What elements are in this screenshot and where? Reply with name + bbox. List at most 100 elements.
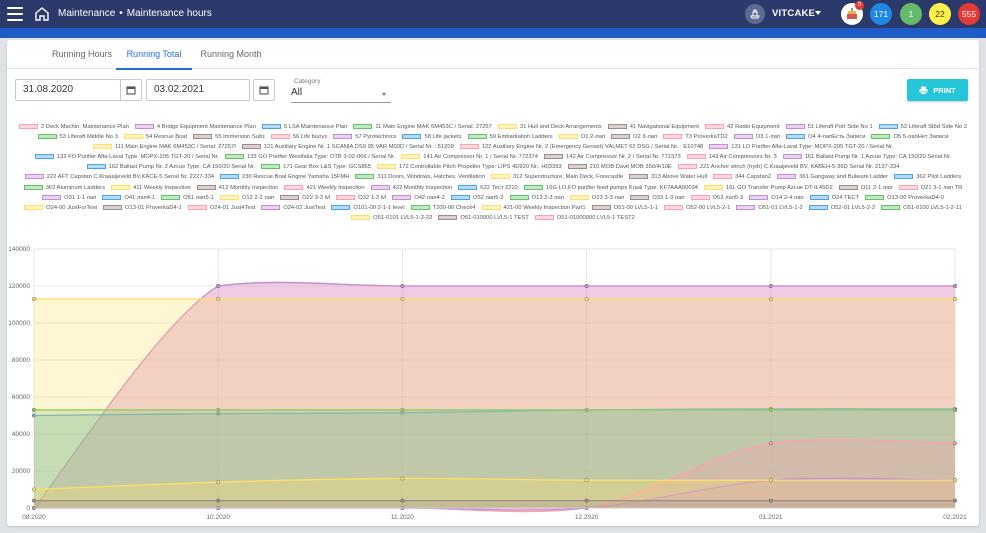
legend-item[interactable]: 210 MOB Davit MOB 350/4/10E: [567, 162, 672, 172]
legend-item[interactable]: 53 Liferaft Middle No 3: [37, 132, 118, 142]
legend-item[interactable]: O24-00 JustForTest: [24, 203, 97, 213]
legend-item[interactable]: O51-010000 LVL5-1 TEST: [438, 213, 529, 223]
legend-item[interactable]: O52-01 LVL5-2-2: [808, 203, 875, 213]
legend-item[interactable]: O52-00 LVL5-2-1: [663, 203, 730, 213]
legend-item[interactable]: 412 Monthly Inspection: [196, 183, 278, 193]
legend-item[interactable]: O23 3-3 лап: [569, 193, 624, 203]
legend-item[interactable]: 421-00 Weekly Inspection Part1: [481, 203, 586, 213]
legend-item[interactable]: 362 Pilot Ladders: [894, 172, 961, 182]
date-from-field[interactable]: 31.08.2020: [15, 79, 123, 101]
legend-item[interactable]: 31 Hull and Deck Arrangements: [497, 122, 602, 132]
legend-item[interactable]: 172 Controllable Pitch Propeller Type: L…: [377, 162, 562, 172]
menu-icon[interactable]: [7, 7, 23, 21]
legend-item[interactable]: T200-00 Check4: [410, 203, 476, 213]
badge-green[interactable]: 1: [900, 3, 922, 25]
legend-item[interactable]: 51 Liferaft Port Side No 1: [785, 122, 873, 132]
legend-item[interactable]: O13-01 ProverkaD4-1: [103, 203, 182, 213]
breadcrumb-section[interactable]: Maintenance: [58, 8, 115, 19]
legend-item[interactable]: 143 Air Compressors Nr. 3: [686, 152, 777, 162]
legend-item[interactable]: 162 Ballast Pump Nr. 2 Azcue Type: CA 15…: [86, 162, 255, 172]
legend-item[interactable]: 11 Main Engine MAK 6M453C / Serial: 2725…: [353, 122, 492, 132]
category-select[interactable]: All: [291, 87, 302, 98]
legend-item[interactable]: 361 Gangway and Bulwark Ladder: [777, 172, 888, 182]
legend-item[interactable]: 363 Aluminum Ladders: [23, 183, 105, 193]
legend-item[interactable]: 422 Monthly Inspection: [370, 183, 452, 193]
legend-item[interactable]: O52 лап5-2: [450, 193, 504, 203]
legend-item[interactable]: O13-00 ProverkaD4-0: [865, 193, 944, 203]
legend-item[interactable]: O14 2-4 лап: [749, 193, 804, 203]
legend-item[interactable]: O32 1-2 lvl: [336, 193, 386, 203]
legend-item[interactable]: 411 Weekly Inspection: [110, 183, 191, 193]
legend-item[interactable]: 16L GO Transfer Pump Azcue DT-IL45D2: [704, 183, 833, 193]
legend-item[interactable]: O4 4-лапЕсть Записи: [786, 132, 865, 142]
legend-item[interactable]: O3 1-лап: [733, 132, 780, 142]
legend-item[interactable]: 4 Bridge Equipment Maintenance Plan: [134, 122, 256, 132]
legend-item[interactable]: O51 лап5-1: [161, 193, 214, 203]
legend-item[interactable]: 54 Rescue Boat: [123, 132, 187, 142]
legend-item[interactable]: O51-0100 LVL5-1-2-11: [881, 203, 962, 213]
legend-item[interactable]: 55 Immersion Suits: [193, 132, 265, 142]
legend-item[interactable]: O31 1-1 лап: [42, 193, 96, 203]
calendar-icon[interactable]: [120, 79, 142, 101]
legend-item[interactable]: 313 Above Water Hull: [629, 172, 707, 182]
legend-item[interactable]: O101-00 2-1-1 level: [331, 203, 405, 213]
legend-item[interactable]: 16G LO,FO purifier feed pumps Kraal Type…: [524, 183, 698, 193]
legend-item[interactable]: O12 2-2 лап: [219, 193, 274, 203]
legend-item[interactable]: 131 LO Purifier Alfa-Laval Type: MOPX-20…: [709, 142, 893, 152]
legend-item[interactable]: 133 GO Purifier Westfalia Type: OTB 3-02…: [224, 152, 395, 162]
calendar-icon[interactable]: [253, 79, 275, 101]
legend-item[interactable]: 58 Life jackets: [402, 132, 462, 142]
legend-item[interactable]: O41 лап4-1: [102, 193, 155, 203]
chevron-down-icon[interactable]: [382, 93, 386, 96]
legend-item[interactable]: 421 Weekly Inspection: [284, 183, 365, 193]
legend-item[interactable]: T3 ProverkaTD2: [663, 132, 728, 142]
home-icon[interactable]: [33, 5, 51, 23]
legend-item[interactable]: O2 3-лап: [610, 132, 657, 142]
legend-item[interactable]: O13 2-3 лап: [509, 193, 564, 203]
legend-item[interactable]: O22 3-2 lvl: [280, 193, 330, 203]
legend-item[interactable]: 41 Navigational Equipment: [607, 122, 699, 132]
username[interactable]: VITCAKE: [772, 0, 815, 28]
tab-running-total[interactable]: Running Total: [116, 40, 192, 70]
legend-item[interactable]: 56 Life buoys: [270, 132, 327, 142]
legend-item[interactable]: 312 Superstructure, Main Deck, Forecastl…: [490, 172, 623, 182]
legend-item[interactable]: 222 AFT Capstan C.Kraaaijeveld BV,KACE-5…: [24, 172, 214, 182]
legend-item[interactable]: 344 Capstan2: [713, 172, 771, 182]
legend-item[interactable]: 311 Doors, Windows, Hatches, Ventilation: [355, 172, 485, 182]
print-button[interactable]: PRINT: [907, 79, 968, 101]
legend-item[interactable]: O51-0101 LVL5-1-2-22: [351, 213, 432, 223]
legend-item[interactable]: O24 TECT: [809, 193, 859, 203]
ship-avatar-icon[interactable]: [745, 4, 765, 24]
legend-item[interactable]: O51-01000000 LVL5-1 TEST2: [534, 213, 635, 223]
badge-red[interactable]: 555: [958, 3, 980, 25]
tab-running-month[interactable]: Running Month: [193, 40, 269, 69]
legend-item[interactable]: 230 Rescue Boat Engine Yamaha 15FMH: [220, 172, 349, 182]
legend-item[interactable]: 2 Deck Machin. Maintenance Plan: [18, 122, 129, 132]
legend-item[interactable]: O24-01 Just4Test: [187, 203, 255, 213]
legend-item[interactable]: O33 1-3 лап: [630, 193, 685, 203]
legend-item[interactable]: 42 Radio Equipment: [705, 122, 780, 132]
legend-item[interactable]: 111 Main Engine MAK 6M453C / Serial: 272…: [92, 142, 236, 152]
legend-item[interactable]: O1.2-лап: [558, 132, 605, 142]
legend-item[interactable]: O51-00 LVL5-1-1: [591, 203, 658, 213]
legend-item[interactable]: 121 Auxiliary Engine Nr. 1 SCANIA DS9 95…: [241, 142, 454, 152]
chevron-down-icon[interactable]: [815, 11, 821, 15]
legend-item[interactable]: 171 Gear Box L&S Type: GCS865: [261, 162, 371, 172]
legend-item[interactable]: O24-02 JustTest: [261, 203, 325, 213]
legend-item[interactable]: 5 LSA Maintenance Plan: [261, 122, 347, 132]
badge-yellow[interactable]: 22: [929, 3, 951, 25]
legend-item[interactable]: 161 Ballast Pump Nr. 1 Azcue Type: CA 15…: [782, 152, 951, 162]
badge-blue[interactable]: 171: [870, 3, 892, 25]
legend-item[interactable]: O42 лап4-2: [392, 193, 445, 203]
legend-item[interactable]: 57 Pyrotechnics: [333, 132, 396, 142]
legend-item[interactable]: O53 лап5-3: [690, 193, 743, 203]
date-to-field[interactable]: 03.02.2021: [146, 79, 250, 101]
tab-running-hours[interactable]: Running Hours: [43, 40, 121, 69]
legend-item[interactable]: 622 Тест 2222: [458, 183, 518, 193]
legend-item[interactable]: 142 Air Compressor Nr. 2 / Serial Nr. 77…: [544, 152, 681, 162]
legend-item[interactable]: O21 3-1 лап TR: [898, 183, 962, 193]
legend-item[interactable]: 52 Liferaft Stbd Side No 2: [878, 122, 967, 132]
legend-item[interactable]: 141 Air Compressor Nr. 1 / Serial Nr. 77…: [401, 152, 538, 162]
legend-item[interactable]: 59 Embarkation Ladders: [467, 132, 553, 142]
legend-item[interactable]: O5 5-лапНет Записи: [871, 132, 948, 142]
